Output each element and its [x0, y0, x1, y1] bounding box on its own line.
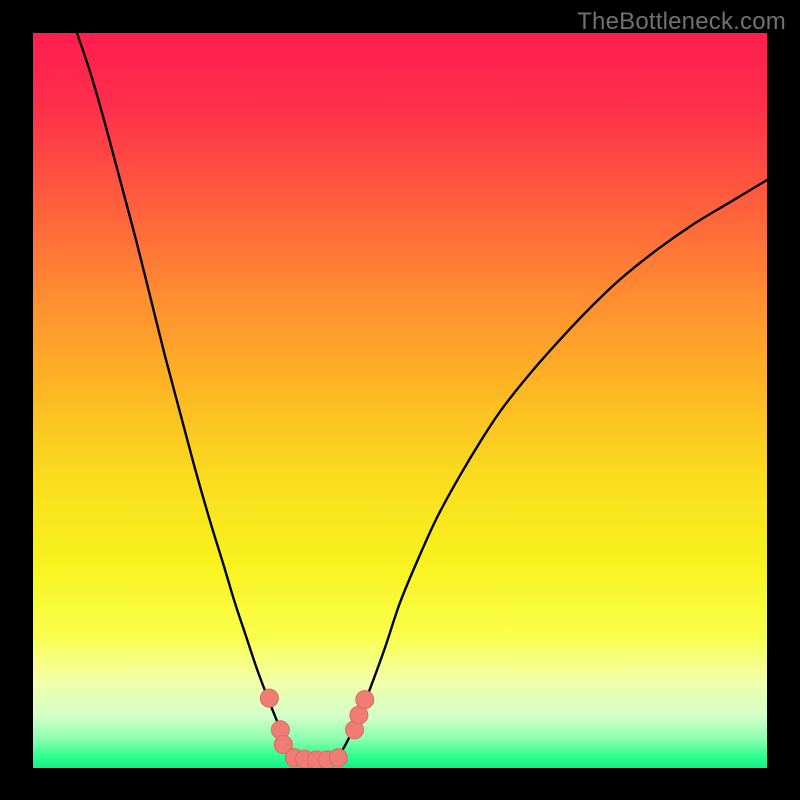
watermark-text: TheBottleneck.com [577, 8, 786, 36]
curve-dot [329, 749, 347, 767]
chart-stage: TheBottleneck.com [0, 0, 800, 800]
curve-dot [356, 691, 374, 709]
curve-dot [260, 689, 278, 707]
bottleneck-chart [0, 0, 800, 800]
chart-gradient-plot-area [33, 33, 767, 768]
